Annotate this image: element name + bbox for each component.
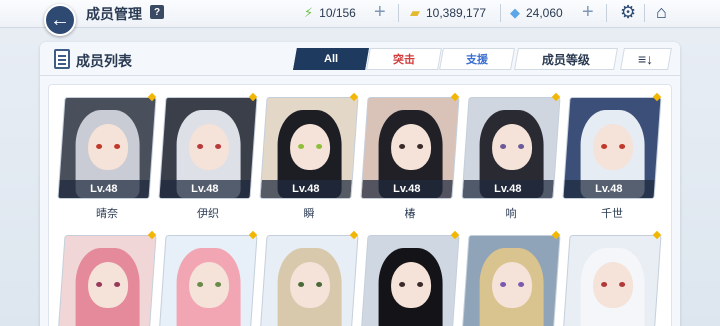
level-text: Lv.48 — [393, 183, 421, 195]
gems-display: ◆ 24,060 — [510, 4, 563, 22]
gems-value: 24,060 — [526, 6, 563, 20]
member-card[interactable] — [259, 230, 359, 326]
level-text: Lv.48 — [191, 183, 219, 195]
portrait-eyes — [197, 144, 221, 149]
portrait-eyes — [298, 282, 322, 287]
sort-dropdown[interactable]: 成员等级 — [514, 48, 618, 70]
member-card[interactable]: Lv.48 瞬 — [259, 92, 359, 221]
portrait-eyes — [500, 144, 524, 149]
stamina-display: ⚡ 10/156 — [304, 4, 356, 22]
divider — [398, 4, 399, 22]
member-card[interactable] — [360, 230, 460, 326]
level-badge: Lv.48 — [361, 180, 453, 198]
portrait-eyes — [96, 282, 120, 287]
member-portrait — [158, 235, 258, 326]
level-badge: Lv.48 — [159, 180, 251, 198]
portrait-eyes — [399, 282, 423, 287]
member-portrait — [57, 235, 157, 326]
level-badge: Lv.48 — [260, 180, 352, 198]
member-list-panel: 成员列表 All 突击 支援 成员等级 ≡↓ Lv.48 晴奈 Lv.48 伊织… — [40, 42, 680, 326]
member-name: 千世 — [601, 208, 623, 220]
panel-header: 成员列表 All 突击 支援 成员等级 ≡↓ — [40, 42, 680, 76]
divider — [500, 4, 501, 22]
add-stamina-button[interactable]: + — [374, 1, 386, 24]
portrait-eyes — [399, 144, 423, 149]
portrait-eyes — [500, 282, 524, 287]
panel-title: 成员列表 — [76, 53, 132, 69]
member-name: 伊织 — [197, 208, 219, 220]
filter-tab-label: 突击 — [393, 54, 415, 66]
member-portrait — [461, 235, 561, 326]
member-portrait — [259, 235, 359, 326]
member-card[interactable]: Lv.48 千世 — [562, 92, 662, 221]
member-name: 响 — [505, 208, 517, 220]
divider — [644, 4, 645, 22]
level-text: Lv.48 — [595, 183, 623, 195]
sort-label: 成员等级 — [541, 52, 590, 67]
portrait-eyes — [96, 144, 120, 149]
back-button[interactable]: ← — [44, 4, 76, 36]
member-card[interactable]: Lv.48 晴奈 — [57, 92, 157, 221]
member-portrait: Lv.48 — [360, 97, 460, 199]
add-gems-button[interactable]: + — [582, 1, 594, 24]
back-arrow-icon: ← — [50, 9, 70, 31]
credit-icon: ▰ — [410, 5, 420, 20]
help-button[interactable]: ? — [150, 5, 164, 19]
filter-tab-label: All — [323, 53, 339, 65]
sort-order-button[interactable]: ≡↓ — [620, 48, 672, 70]
filter-tab-label: 支援 — [466, 54, 488, 66]
member-card[interactable]: Lv.48 伊织 — [158, 92, 258, 221]
filter-tab-all[interactable]: All — [293, 48, 369, 70]
page-title: 成员管理 — [86, 6, 142, 22]
member-card[interactable]: Lv.48 椿 — [360, 92, 460, 221]
member-portrait: Lv.48 — [461, 97, 561, 199]
sort-order-icon: ≡↓ — [638, 51, 654, 67]
member-card[interactable] — [57, 230, 157, 326]
level-badge: Lv.48 — [563, 180, 655, 198]
level-text: Lv.48 — [292, 183, 320, 195]
gem-icon: ◆ — [510, 5, 520, 20]
stamina-value: 10/156 — [319, 6, 356, 20]
portrait-eyes — [601, 282, 625, 287]
level-badge: Lv.48 — [462, 180, 554, 198]
member-portrait — [562, 235, 662, 326]
top-bar: 成员管理 ? ⚡ 10/156 + ▰ 10,389,177 ◆ 24,060 … — [0, 0, 720, 28]
member-name: 瞬 — [303, 208, 315, 220]
portrait-eyes — [601, 144, 625, 149]
level-badge: Lv.48 — [58, 180, 150, 198]
level-text: Lv.48 — [90, 183, 118, 195]
portrait-eyes — [298, 144, 322, 149]
portrait-eyes — [197, 282, 221, 287]
filter-tab-striker[interactable]: 突击 — [366, 48, 442, 70]
member-card[interactable]: Lv.48 响 — [461, 92, 561, 221]
member-card[interactable] — [562, 230, 662, 326]
member-name: 椿 — [404, 208, 416, 220]
list-icon — [54, 49, 70, 69]
member-portrait: Lv.48 — [158, 97, 258, 199]
member-card[interactable] — [461, 230, 561, 326]
member-portrait: Lv.48 — [57, 97, 157, 199]
gear-icon[interactable]: ⚙ — [620, 2, 636, 23]
lightning-icon: ⚡ — [304, 5, 314, 20]
divider — [606, 4, 607, 22]
member-card[interactable] — [158, 230, 258, 326]
filter-tab-special[interactable]: 支援 — [439, 48, 515, 70]
level-text: Lv.48 — [494, 183, 522, 195]
home-icon[interactable]: ⌂ — [656, 2, 667, 23]
member-name: 晴奈 — [96, 208, 118, 220]
member-portrait: Lv.48 — [259, 97, 359, 199]
member-grid: Lv.48 晴奈 Lv.48 伊织 Lv.48 瞬 Lv.48 椿 Lv.48 … — [48, 84, 672, 326]
member-portrait: Lv.48 — [562, 97, 662, 199]
member-portrait — [360, 235, 460, 326]
credits-display: ▰ 10,389,177 — [410, 4, 486, 22]
credits-value: 10,389,177 — [426, 6, 487, 20]
filter-tabs: All 突击 支援 — [293, 48, 516, 70]
